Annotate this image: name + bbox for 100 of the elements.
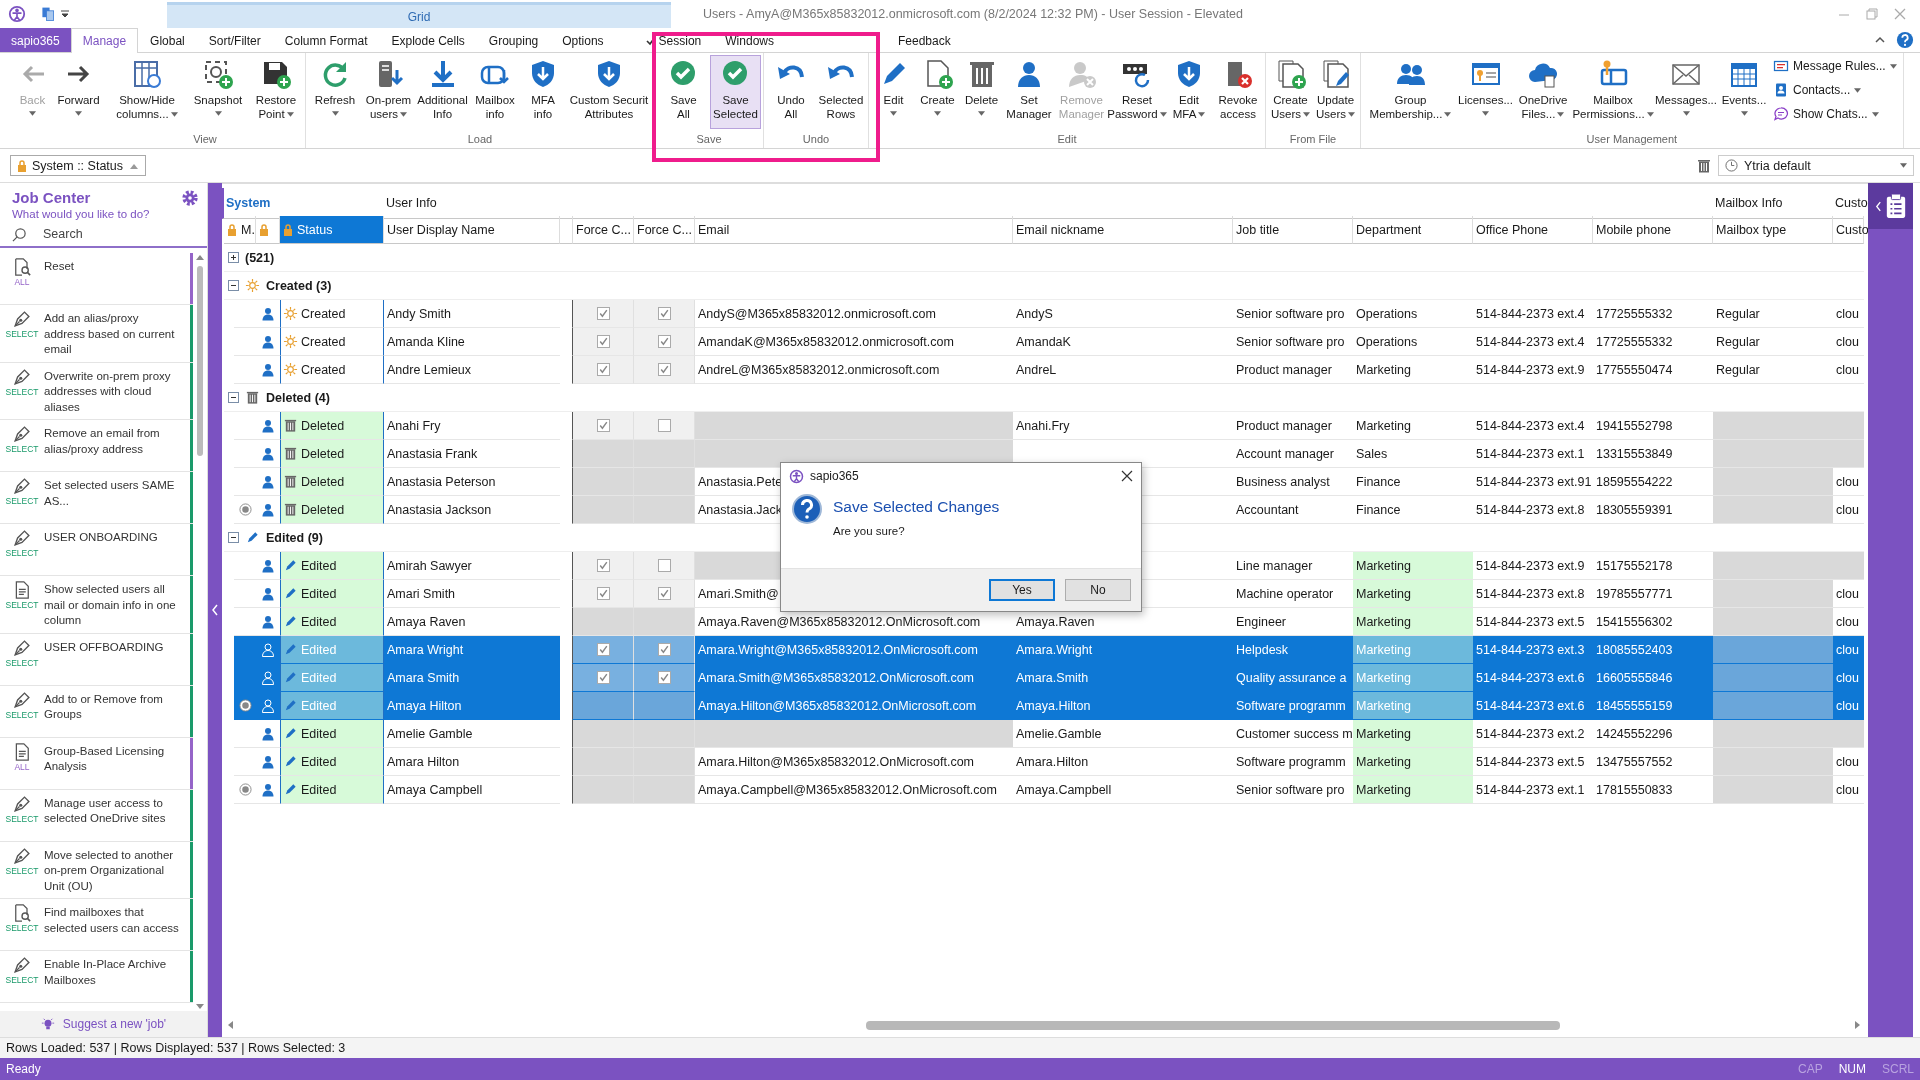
ribbon-tab[interactable]: Grouping <box>476 28 551 52</box>
ribbon-button[interactable]: Messages... <box>1653 55 1719 129</box>
column-header[interactable]: Job title <box>1233 216 1353 244</box>
ribbon-button[interactable]: Refresh <box>308 55 362 129</box>
job-item[interactable]: SELECT Add to or Remove from Groups <box>0 685 193 738</box>
ribbon-button[interactable]: Save Selected <box>710 55 761 129</box>
ribbon-menu-button[interactable]: Contacts... <box>1773 79 1897 101</box>
collapse-icon[interactable] <box>228 532 239 543</box>
ribbon-button[interactable]: Reset Password <box>1109 55 1165 129</box>
job-item[interactable]: SELECT Move selected to another on-prem Organizational Unit (OU) <box>0 841 193 899</box>
table-cell[interactable]: Amelie Gamble <box>384 720 560 748</box>
checkbox[interactable] <box>596 671 610 684</box>
ribbon-button[interactable]: Group Membership... <box>1363 55 1458 129</box>
collapse-icon[interactable] <box>228 392 239 403</box>
collapse-icon[interactable] <box>228 280 239 291</box>
checkbox[interactable] <box>596 559 610 572</box>
radio-marker-icon[interactable] <box>238 783 252 796</box>
table-cell[interactable]: Anastasia Jackson <box>384 496 560 524</box>
column-header[interactable]: Email <box>695 216 1013 244</box>
job-item[interactable]: SELECT USER OFFBOARDING <box>0 633 193 686</box>
checkbox[interactable] <box>657 363 671 376</box>
job-item[interactable]: SELECT Find mailboxes that selected users can access <box>0 899 193 951</box>
column-header[interactable]: Office Phone <box>1473 216 1593 244</box>
table-cell[interactable]: Amara Smith <box>384 664 560 692</box>
column-header[interactable]: Mobile phone <box>1593 216 1713 244</box>
ribbon-button[interactable]: Edit <box>871 55 916 129</box>
table-cell[interactable]: Anahi Fry <box>384 412 560 440</box>
job-item[interactable]: SELECT Set selected users SAME AS... <box>0 472 193 524</box>
checkbox[interactable] <box>596 363 610 376</box>
trash-icon[interactable] <box>1696 157 1712 174</box>
ribbon-button[interactable]: Delete <box>959 55 1004 129</box>
restore-icon[interactable] <box>1864 6 1880 22</box>
caret-icon[interactable] <box>60 9 70 19</box>
checkbox[interactable] <box>596 335 610 348</box>
ribbon-menu-button[interactable]: Message Rules... <box>1773 55 1897 77</box>
ribbon-tab[interactable]: Global <box>138 28 197 52</box>
checkbox[interactable] <box>657 643 671 656</box>
windows-icon[interactable] <box>40 6 56 22</box>
column-header[interactable]: Force C... <box>634 216 695 244</box>
ribbon-button[interactable]: Revoke access <box>1213 55 1263 129</box>
job-item[interactable]: SELECT Remove an email from alias/proxy address <box>0 420 193 472</box>
expand-icon[interactable] <box>228 252 239 263</box>
table-cell[interactable]: Amaya Campbell <box>384 776 560 804</box>
ribbon-button[interactable]: Mailbox Permissions... <box>1573 55 1653 129</box>
dialog-button[interactable]: Yes <box>989 579 1055 601</box>
ribbon-button[interactable]: OneDrive Files... <box>1513 55 1573 129</box>
ribbon-tab[interactable]: Explode Cells <box>379 28 477 52</box>
checkbox[interactable] <box>657 671 671 684</box>
job-item[interactable]: ALL Group-Based Licensing Analysis <box>0 737 193 790</box>
ribbon-tab[interactable]: Options <box>550 28 616 52</box>
ribbon-button[interactable]: Selected Rows <box>816 55 866 129</box>
ribbon-button[interactable]: Set Manager <box>1004 55 1054 129</box>
ribbon-button[interactable]: Create <box>916 55 959 129</box>
job-item[interactable]: SELECT Manage user access to selected OneDrive sites <box>0 789 193 842</box>
checkbox[interactable] <box>657 419 671 432</box>
checkbox[interactable] <box>657 559 671 572</box>
checkbox[interactable] <box>657 335 671 348</box>
table-cell[interactable]: Amaya Hilton <box>384 692 560 720</box>
dialog-button[interactable]: No <box>1065 579 1131 601</box>
ribbon-menu-button[interactable]: Show Chats... <box>1773 103 1897 125</box>
table-cell[interactable]: Anastasia Frank <box>384 440 560 468</box>
scrollbar[interactable] <box>195 253 205 1011</box>
job-item[interactable]: SELECT Show selected users all mail or domain info in one column <box>0 576 193 634</box>
help-icon[interactable] <box>1896 31 1914 49</box>
table-cell[interactable]: Andre Lemieux <box>384 356 560 384</box>
ribbon-tab[interactable]: Feedback <box>886 28 963 52</box>
table-cell[interactable]: Amari Smith <box>384 580 560 608</box>
ribbon-button[interactable]: Forward <box>55 55 102 129</box>
ribbon-button[interactable]: Update Users <box>1313 55 1358 129</box>
ribbon-button[interactable]: Additional Info <box>415 55 470 129</box>
checkbox[interactable] <box>657 587 671 600</box>
chevron-left-icon[interactable] <box>211 604 219 616</box>
table-cell[interactable]: Anastasia Peterson <box>384 468 560 496</box>
ribbon-tab[interactable]: Column Format <box>272 28 380 52</box>
job-item[interactable]: SELECT Overwrite on-prem proxy addresses with cloud aliases <box>0 362 193 420</box>
table-cell[interactable]: Amara Wright <box>384 636 560 664</box>
arrow-right-icon[interactable] <box>1855 1021 1860 1029</box>
ribbon-button[interactable]: Edit MFA <box>1165 55 1213 129</box>
ribbon-button[interactable]: MFA info <box>520 55 566 129</box>
ribbon-button[interactable]: Licenses... <box>1458 55 1513 129</box>
ribbon-button[interactable]: Show/Hide columns... <box>107 55 187 129</box>
group-row[interactable]: (521) <box>224 244 1864 272</box>
column-header[interactable]: M. <box>224 216 256 244</box>
ribbon-tab[interactable]: Sort/Filter <box>196 28 273 52</box>
checkbox[interactable] <box>596 643 610 656</box>
table-cell[interactable]: Andy Smith <box>384 300 560 328</box>
column-header[interactable]: Department <box>1353 216 1473 244</box>
ribbon-tab[interactable]: Manage <box>70 28 139 53</box>
ribbon-button[interactable]: Events... <box>1719 55 1769 129</box>
checkbox[interactable] <box>657 307 671 320</box>
view-dropdown[interactable]: System :: Status <box>10 155 146 176</box>
checkbox[interactable] <box>596 307 610 320</box>
job-item[interactable]: SELECT Add an alias/proxy address based on current email <box>0 305 193 363</box>
ribbon-button[interactable]: Custom Securit Attributes <box>566 55 652 129</box>
ribbon-button[interactable]: Save All <box>657 55 710 129</box>
arrow-left-icon[interactable] <box>228 1021 233 1029</box>
table-cell[interactable]: Amara Hilton <box>384 748 560 776</box>
radio-marker-icon[interactable] <box>238 503 252 516</box>
checkbox[interactable] <box>596 419 610 432</box>
ribbon-button[interactable]: Snapshot <box>187 55 249 129</box>
